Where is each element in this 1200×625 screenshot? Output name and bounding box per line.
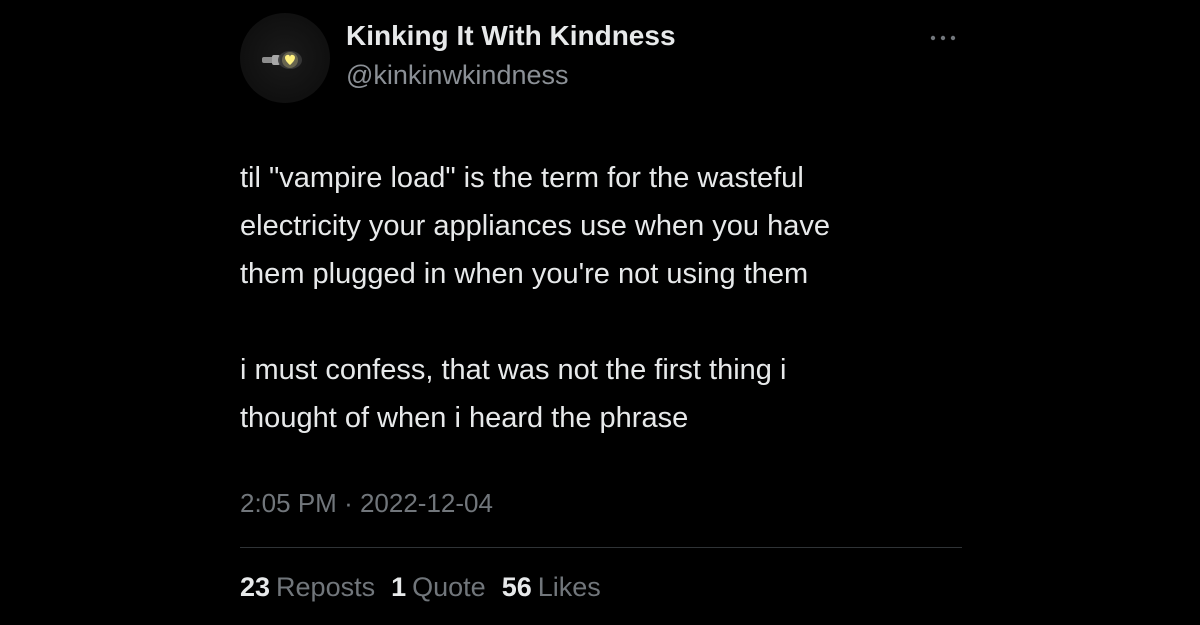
likes-count: 56 [501, 572, 532, 602]
timestamp-separator: · [344, 488, 353, 518]
quotes-label: Quote [412, 572, 486, 602]
engagement-stats: 23 Reposts 1 Quote 56 Likes [240, 572, 617, 603]
tweet: Kinking It With Kindness @kinkinwkindnes… [0, 0, 1200, 625]
more-options-icon [930, 35, 956, 41]
reposts-count: 23 [240, 572, 271, 602]
lightbulb-heart-icon [262, 51, 302, 69]
avatar[interactable] [240, 13, 330, 103]
tweet-timestamp[interactable]: 2:05 PM · 2022-12-04 [240, 488, 493, 519]
author-handle[interactable]: @kinkinwkindness [346, 60, 569, 91]
divider [240, 547, 962, 548]
tweet-time: 2:05 PM [240, 488, 337, 518]
reposts-label: Reposts [276, 572, 376, 602]
tweet-date: 2022-12-04 [359, 488, 493, 518]
likes-label: Likes [537, 572, 601, 602]
quotes-count: 1 [391, 572, 407, 602]
author-display-name[interactable]: Kinking It With Kindness [346, 20, 676, 52]
more-options-button[interactable] [926, 24, 960, 52]
reposts-stat[interactable]: 23 Reposts [240, 572, 375, 603]
quotes-stat[interactable]: 1 Quote [391, 572, 486, 603]
likes-stat[interactable]: 56 Likes [502, 572, 601, 603]
tweet-text: til "vampire load" is the term for the w… [240, 154, 980, 442]
tweet-paragraph-2: i must confess, that was not the first t… [240, 354, 787, 434]
tweet-paragraph-1: til "vampire load" is the term for the w… [240, 162, 830, 290]
